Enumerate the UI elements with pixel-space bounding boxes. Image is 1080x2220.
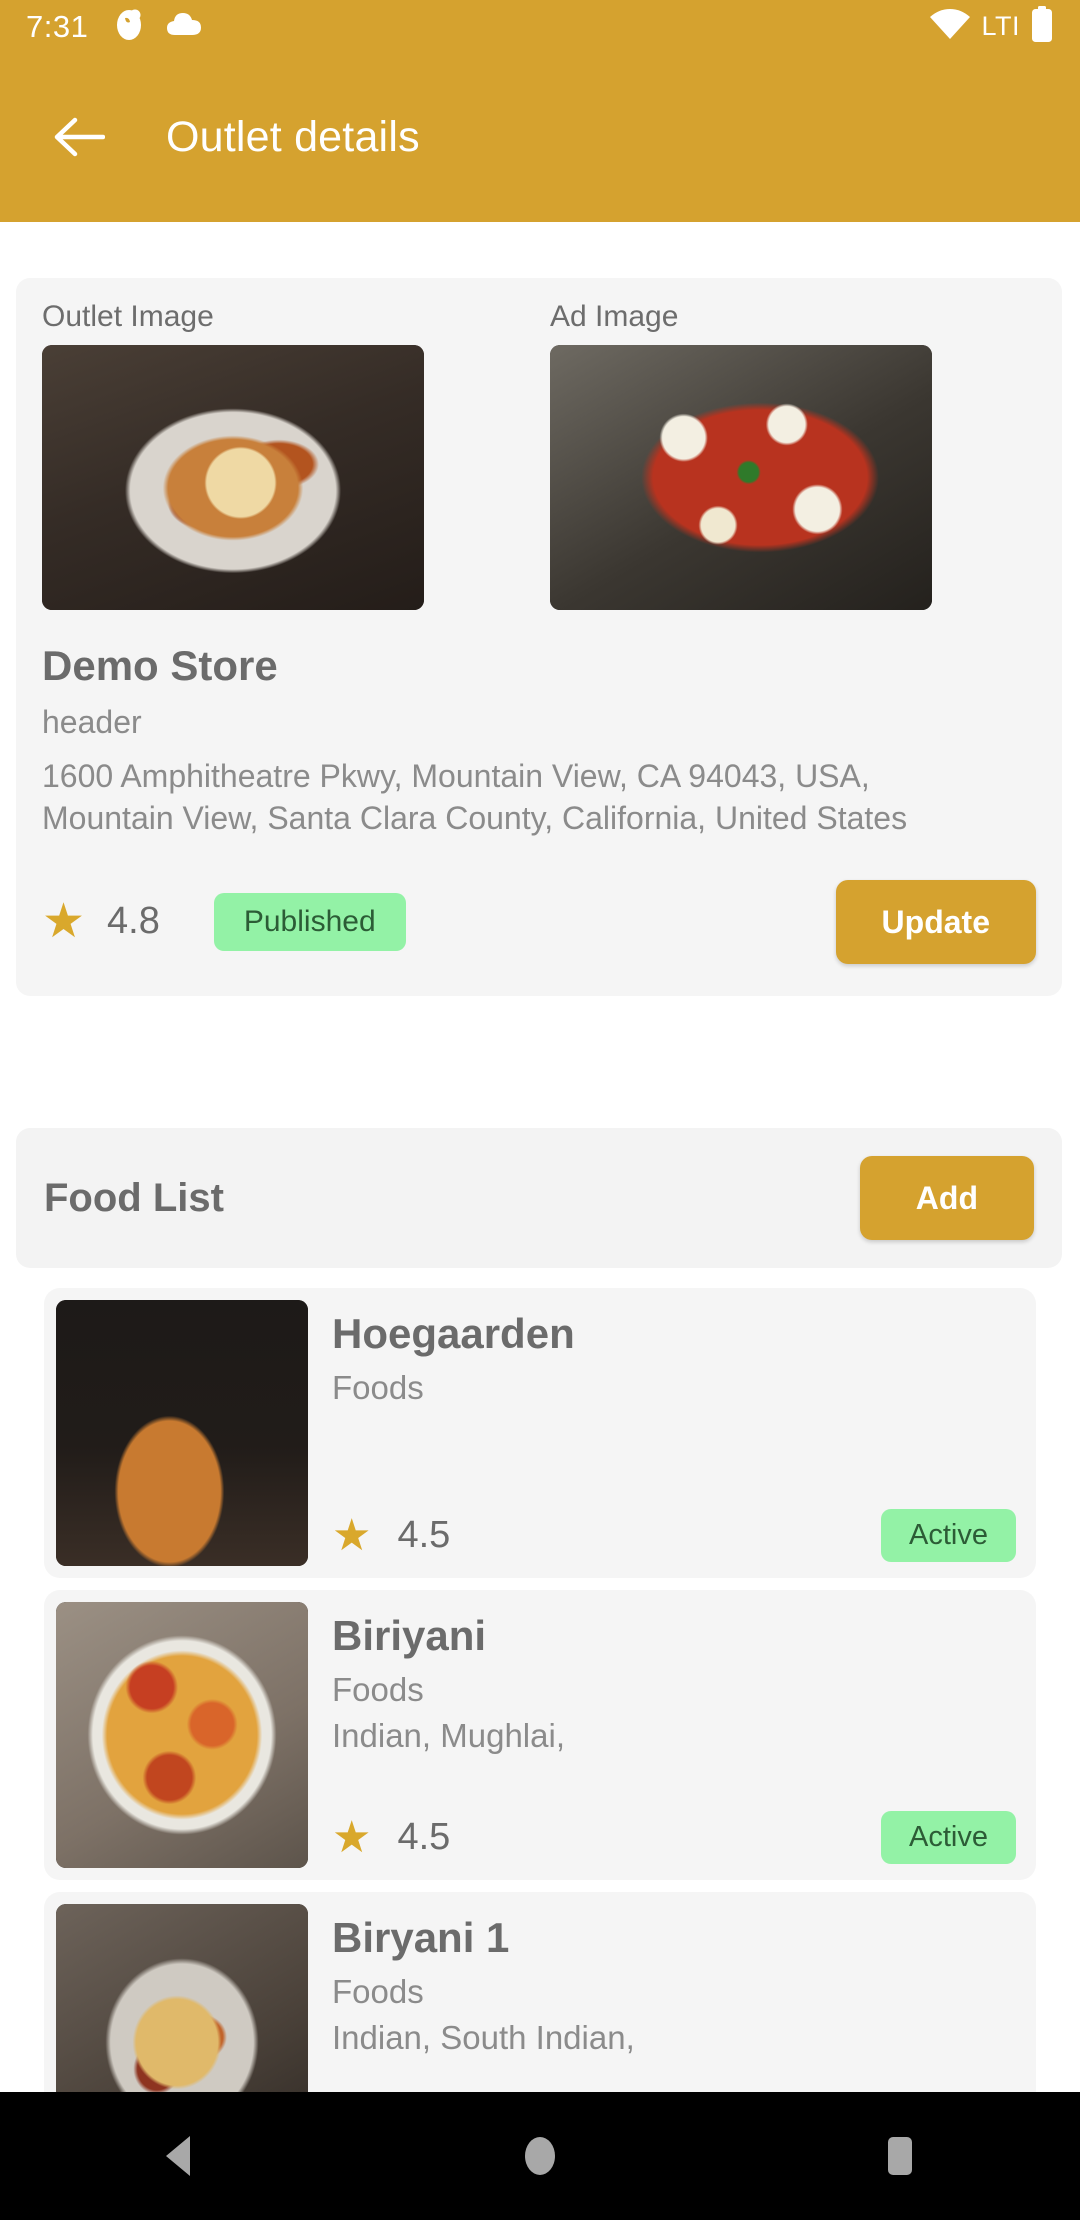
food-item-category: Foods [332, 1972, 424, 2010]
outlet-rating-value: 4.8 [107, 900, 160, 943]
outlet-image-label: Outlet Image [42, 300, 214, 333]
outlet-image-block: Outlet Image [42, 300, 528, 610]
food-item-name: Biryani 1 [332, 1914, 510, 1961]
outlet-name: Demo Store [42, 642, 278, 689]
food-item-status-badge: Active [881, 1509, 1016, 1562]
food-item-body: Hoegaarden Foods ★ 4.5 Active [308, 1300, 1024, 1566]
cloud-icon [166, 11, 202, 42]
network-type-label: LTI [981, 10, 1020, 41]
star-icon: ★ [332, 1812, 372, 1862]
outlet-image-photo [42, 345, 424, 610]
ad-image-block: Ad Image [550, 300, 1036, 610]
outlet-subtitle: header [42, 704, 142, 741]
food-item-name: Hoegaarden [332, 1310, 575, 1357]
ad-image[interactable] [550, 345, 932, 610]
ad-image-photo [550, 345, 932, 610]
page-title: Outlet details [166, 112, 420, 161]
food-item-status-badge: Active [881, 1811, 1016, 1864]
star-icon: ★ [332, 1510, 372, 1560]
food-thumbnail [56, 1602, 308, 1868]
nav-recents-button[interactable] [840, 2111, 960, 2201]
food-list-header: Food List Add [16, 1128, 1062, 1268]
ad-image-label: Ad Image [550, 300, 679, 333]
outlet-details-card: Outlet Image Ad Image Demo Store header … [16, 278, 1062, 996]
status-bar-system-icons: LTI [929, 5, 1054, 47]
status-bar: 7:31 LTI [0, 0, 1080, 52]
food-item-footer: ★ 4.5 Active [332, 1509, 1024, 1566]
system-navigation-bar [0, 2092, 1080, 2220]
arrow-left-icon [54, 117, 105, 157]
app-notification-icon [114, 7, 144, 46]
status-bar-notification-icons [114, 7, 202, 46]
food-item-rating: 4.5 [397, 1514, 451, 1556]
add-food-button[interactable]: Add [859, 1156, 1034, 1240]
food-item-tags: Indian, Mughlai, [332, 1717, 565, 1755]
food-thumbnail-photo [56, 1300, 308, 1566]
food-item-category: Foods [332, 1368, 424, 1406]
nav-back-button[interactable] [120, 2111, 240, 2201]
food-list-title: Food List [44, 1175, 224, 1220]
star-icon: ★ [42, 894, 86, 948]
outlet-image[interactable] [42, 345, 424, 610]
outlet-images-row: Outlet Image Ad Image [42, 300, 1036, 610]
outlet-meta-row: ★ 4.8 Published Update [42, 874, 1036, 970]
circle-home-icon [525, 2137, 555, 2175]
app-bar: Outlet details [0, 52, 1080, 222]
food-item-body: Biriyani Foods Indian, Mughlai, ★ 4.5 Ac… [308, 1602, 1024, 1868]
food-thumbnail-photo [56, 1904, 308, 2098]
food-thumbnail [56, 1904, 308, 2098]
square-recents-icon [888, 2137, 912, 2175]
status-badge: Published [213, 892, 406, 951]
food-item-body: Biryani 1 Foods Indian, South Indian, [308, 1904, 1024, 2098]
update-button[interactable]: Update [835, 879, 1036, 964]
food-item-category: Foods [332, 1670, 424, 1708]
outlet-address: 1600 Amphitheatre Pkwy, Mountain View, C… [42, 758, 908, 837]
wifi-icon [929, 8, 971, 45]
phone-screen: 7:31 LTI Outlet details Outlet Image Ad … [0, 0, 1080, 2220]
food-thumbnail [56, 1300, 308, 1566]
food-item-rating: 4.5 [397, 1816, 451, 1858]
food-thumbnail-photo [56, 1602, 308, 1868]
food-item-footer: ★ 4.5 Active [332, 1811, 1024, 1868]
food-list-item[interactable]: Biriyani Foods Indian, Mughlai, ★ 4.5 Ac… [44, 1590, 1036, 1880]
battery-icon [1030, 5, 1054, 47]
food-list-item[interactable]: Biryani 1 Foods Indian, South Indian, [44, 1892, 1036, 2098]
back-button[interactable] [44, 102, 114, 172]
food-item-tags: Indian, South Indian, [332, 2019, 635, 2057]
food-list-item[interactable]: Hoegaarden Foods ★ 4.5 Active [44, 1288, 1036, 1578]
food-item-name: Biriyani [332, 1612, 487, 1659]
food-list-scroll[interactable]: Hoegaarden Foods ★ 4.5 Active Biriyani F… [0, 1288, 1080, 2098]
status-bar-clock: 7:31 [26, 8, 89, 44]
nav-home-button[interactable] [480, 2111, 600, 2201]
triangle-back-icon [166, 2136, 190, 2176]
